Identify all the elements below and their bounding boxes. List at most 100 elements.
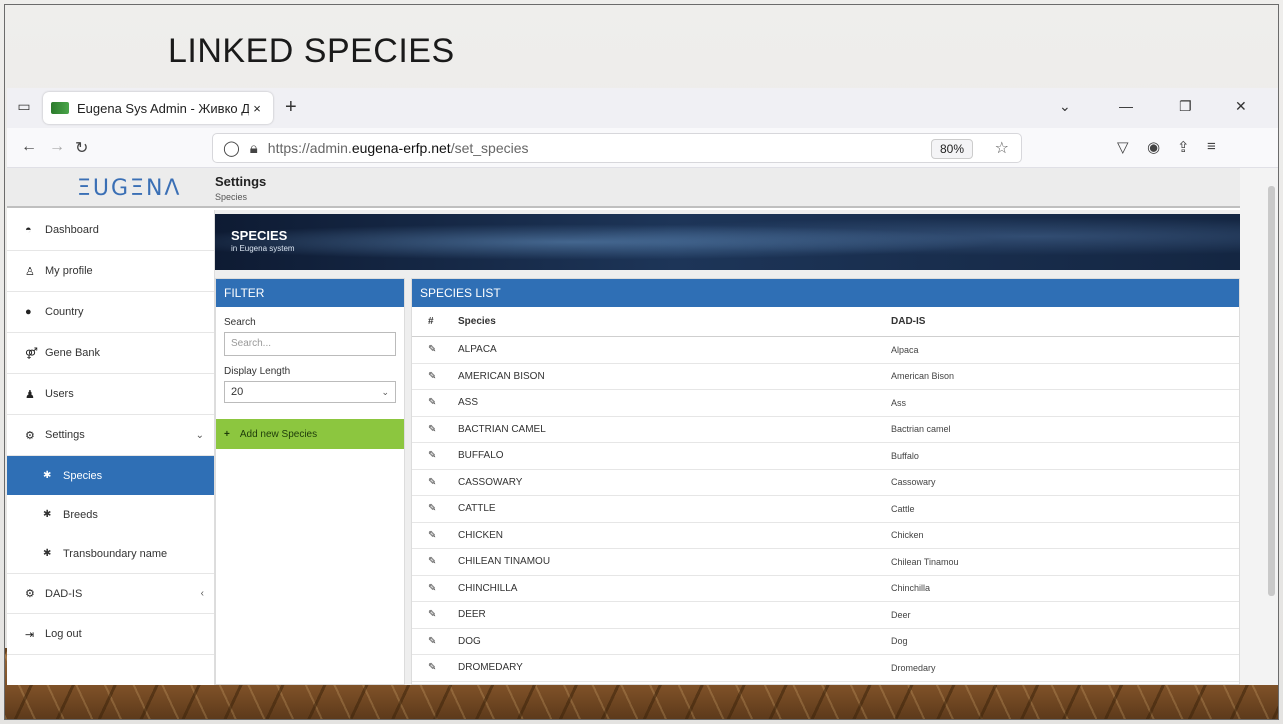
url-bar[interactable]: ◯ 🔒︎ https://admin. eugena-erfp.net/set_s… [212, 133, 1022, 163]
account-icon[interactable]: ◉ [1147, 138, 1160, 156]
gene-icon: ⚤ [25, 347, 38, 360]
lock-icon[interactable]: 🔒︎ [250, 140, 258, 157]
table-row[interactable]: ✎ BUFFALO Buffalo [412, 443, 1239, 470]
tab-title: Eugena Sys Admin - Живко Дул [77, 100, 249, 116]
zoom-badge[interactable]: 80% [930, 139, 973, 159]
close-icon[interactable]: × [249, 101, 265, 116]
table-row[interactable]: ✎ DEER Deer [412, 602, 1239, 629]
gear-icon: ✱ [43, 470, 52, 481]
logout-icon: ⇥ [25, 628, 35, 641]
chevron-down-icon[interactable]: ⌄ [1059, 98, 1071, 115]
column-header-dad-is: DAD-IS [891, 316, 926, 327]
bookmark-star-icon[interactable]: ☆ [995, 138, 1009, 158]
sidebar-item-my-profile[interactable]: ♙ My profile [7, 251, 214, 292]
species-name: DOG [458, 635, 481, 647]
table-row[interactable]: ✎ ALPACA Alpaca [412, 337, 1239, 364]
sidebar-subitem-species[interactable]: ✱ Species [7, 456, 214, 495]
page-scrollbar[interactable] [1240, 168, 1278, 685]
dad-is-name: American Bison [891, 371, 955, 382]
tab-list-icon[interactable]: ▭ [15, 98, 33, 116]
species-name: DEER [458, 609, 486, 621]
main-content: SPECIES in Eugena system FILTER Search S… [215, 210, 1240, 685]
sidebar-subitem-breeds[interactable]: ✱ Breeds [7, 495, 214, 534]
gear-icon: ✱ [43, 509, 52, 520]
wrench-icon[interactable]: ✎ [428, 556, 436, 567]
table-row[interactable]: ✎ CHILEAN TINAMOU Chilean Tinamou [412, 549, 1239, 576]
forward-icon[interactable]: → [49, 138, 65, 156]
display-length-select[interactable]: 20 ⌄ [224, 381, 396, 403]
add-species-button[interactable]: + Add new Species [216, 419, 404, 449]
search-input[interactable]: Search... [224, 332, 396, 356]
table-row[interactable]: ✎ CHINCHILLA Chinchilla [412, 576, 1239, 602]
wrench-icon[interactable]: ✎ [428, 477, 436, 488]
table-row[interactable]: ✎ CHICKEN Chicken [412, 523, 1239, 549]
dad-is-name: Ass [891, 397, 907, 408]
sidebar-item-users[interactable]: ♟ Users [7, 374, 214, 415]
table-row[interactable]: ✎ DOG Dog [412, 629, 1239, 655]
dad-is-name: Buffalo [891, 450, 919, 461]
wrench-icon[interactable]: ✎ [428, 450, 436, 461]
sidebar-item-label: Country [45, 306, 84, 318]
dad-is-name: Chicken [891, 530, 924, 541]
table-row[interactable]: ✎ CASSOWARY Cassowary [412, 470, 1239, 496]
sidebar-item-country[interactable]: ● Country [7, 292, 214, 333]
sidebar-subitem-label: Breeds [63, 508, 98, 521]
cogs-icon: ⚙ [25, 429, 35, 442]
table-row[interactable]: ✎ AMERICAN BISON American Bison [412, 364, 1239, 390]
chevron-down-icon: ⌄ [381, 387, 389, 397]
shield-icon[interactable]: ◯ [223, 139, 240, 157]
wrench-icon[interactable]: ✎ [428, 371, 436, 382]
back-icon[interactable]: ← [21, 138, 37, 156]
wrench-icon[interactable]: ✎ [428, 636, 436, 647]
wrench-icon[interactable]: ✎ [428, 662, 436, 673]
users-icon: ♟ [25, 388, 35, 401]
wrench-icon[interactable]: ✎ [428, 583, 436, 594]
species-name: CATTLE [458, 503, 496, 515]
sidebar-item-dad-is[interactable]: ⚙ DAD-IS ‹ [7, 573, 214, 614]
tab-bar: ▭ Eugena Sys Admin - Живко Дул × + ⌄ — ❐… [7, 88, 1278, 128]
new-tab-button[interactable]: + [285, 96, 297, 119]
wrench-icon[interactable]: ✎ [428, 530, 436, 541]
slide-title: LINKED SPECIES [168, 32, 455, 70]
dad-is-name: Cassowary [891, 477, 936, 488]
wrench-icon[interactable]: ✎ [428, 424, 436, 435]
app-logo[interactable]: ΞUGΞNΛ [77, 176, 181, 201]
dad-is-name: Chinchilla [891, 583, 931, 594]
wrench-icon[interactable]: ✎ [428, 397, 436, 408]
browser-tab[interactable]: Eugena Sys Admin - Живко Дул × [43, 92, 273, 124]
url-path: /set_species [450, 140, 529, 156]
menu-icon[interactable]: ≡ [1207, 138, 1216, 155]
table-row[interactable]: ✎ DROMEDARY Dromedary [412, 655, 1239, 682]
sidebar-item-settings[interactable]: ⚙ Settings ⌄ [7, 415, 214, 456]
reload-icon[interactable]: ↻ [75, 138, 88, 158]
sidebar-item-gene-bank[interactable]: ⚤ Gene Bank [7, 333, 214, 374]
close-window-icon[interactable]: ✕ [1235, 98, 1247, 115]
share-icon[interactable]: ⇪ [1177, 138, 1190, 156]
sidebar-item-log-out[interactable]: ⇥ Log out [7, 614, 214, 655]
cogs-icon: ⚙ [25, 588, 35, 600]
wrench-icon[interactable]: ✎ [428, 609, 436, 620]
sidebar-item-label: Log out [45, 628, 82, 640]
species-name: BUFFALO [458, 450, 504, 462]
search-label: Search [224, 317, 256, 328]
browser-window: ▭ Eugena Sys Admin - Живко Дул × + ⌄ — ❐… [7, 88, 1278, 685]
filter-heading: FILTER [216, 279, 404, 307]
sidebar-subitem-label: Transboundary name [63, 547, 168, 560]
table-row[interactable]: ✎ CATTLE Cattle [412, 496, 1239, 523]
wrench-icon[interactable]: ✎ [428, 503, 436, 514]
pocket-icon[interactable]: ▽ [1117, 138, 1129, 156]
dad-is-name: Dromedary [891, 662, 936, 673]
table-row[interactable]: ✎ ASS Ass [412, 390, 1239, 417]
chevron-down-icon: ⌄ [195, 429, 204, 441]
table-row[interactable]: ✎ BACTRIAN CAMEL Bactrian camel [412, 417, 1239, 443]
wrench-icon[interactable]: ✎ [428, 344, 436, 355]
dad-is-name: Bactrian camel [891, 424, 951, 435]
sidebar-item-label: Gene Bank [45, 347, 101, 359]
user-icon: ♙ [25, 265, 35, 278]
sidebar-subitem-transboundary-name[interactable]: ✱ Transboundary name [7, 534, 214, 573]
restore-icon[interactable]: ❐ [1179, 98, 1192, 115]
sidebar-item-dashboard[interactable]: ◓ Dashboard [7, 210, 214, 251]
minimize-icon[interactable]: — [1119, 98, 1133, 114]
app-header: ΞUGΞNΛ Settings Species [7, 168, 1278, 208]
scrollbar-thumb[interactable] [1268, 186, 1275, 596]
